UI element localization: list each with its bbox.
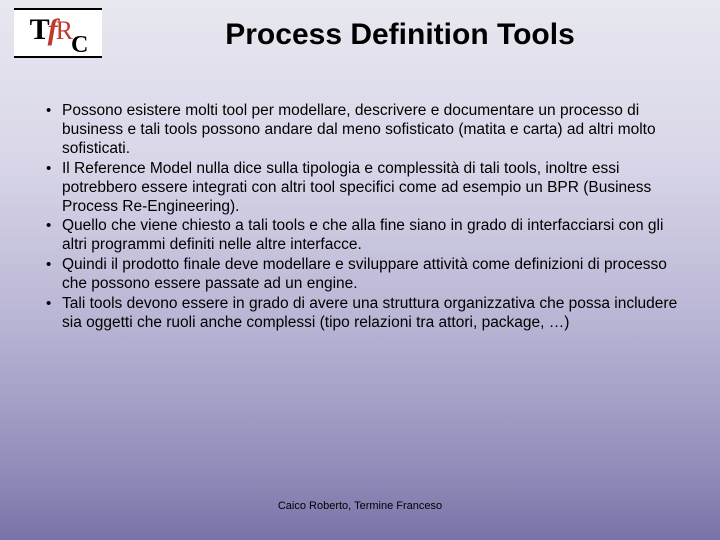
slide-footer: Caico Roberto, Termine Franceso bbox=[0, 500, 720, 512]
list-item: Il Reference Model nulla dice sulla tipo… bbox=[40, 160, 680, 217]
slide-title: Process Definition Tools bbox=[0, 0, 720, 52]
logo-letter-r: R bbox=[56, 16, 71, 45]
logo-text: TfRC bbox=[30, 13, 87, 53]
logo-letter-f: f bbox=[48, 13, 56, 46]
list-item: Tali tools devono essere in grado di ave… bbox=[40, 295, 680, 333]
logo-letter-t: T bbox=[30, 13, 48, 46]
list-item: Possono esistere molti tool per modellar… bbox=[40, 102, 680, 159]
list-item: Quello che viene chiesto a tali tools e … bbox=[40, 217, 680, 255]
list-item: Quindi il prodotto finale deve modellare… bbox=[40, 256, 680, 294]
bullet-list: Possono esistere molti tool per modellar… bbox=[40, 102, 680, 333]
logo-letter-c: C bbox=[71, 32, 86, 59]
logo: TfRC bbox=[14, 8, 102, 58]
slide-body: Possono esistere molti tool per modellar… bbox=[0, 52, 720, 333]
